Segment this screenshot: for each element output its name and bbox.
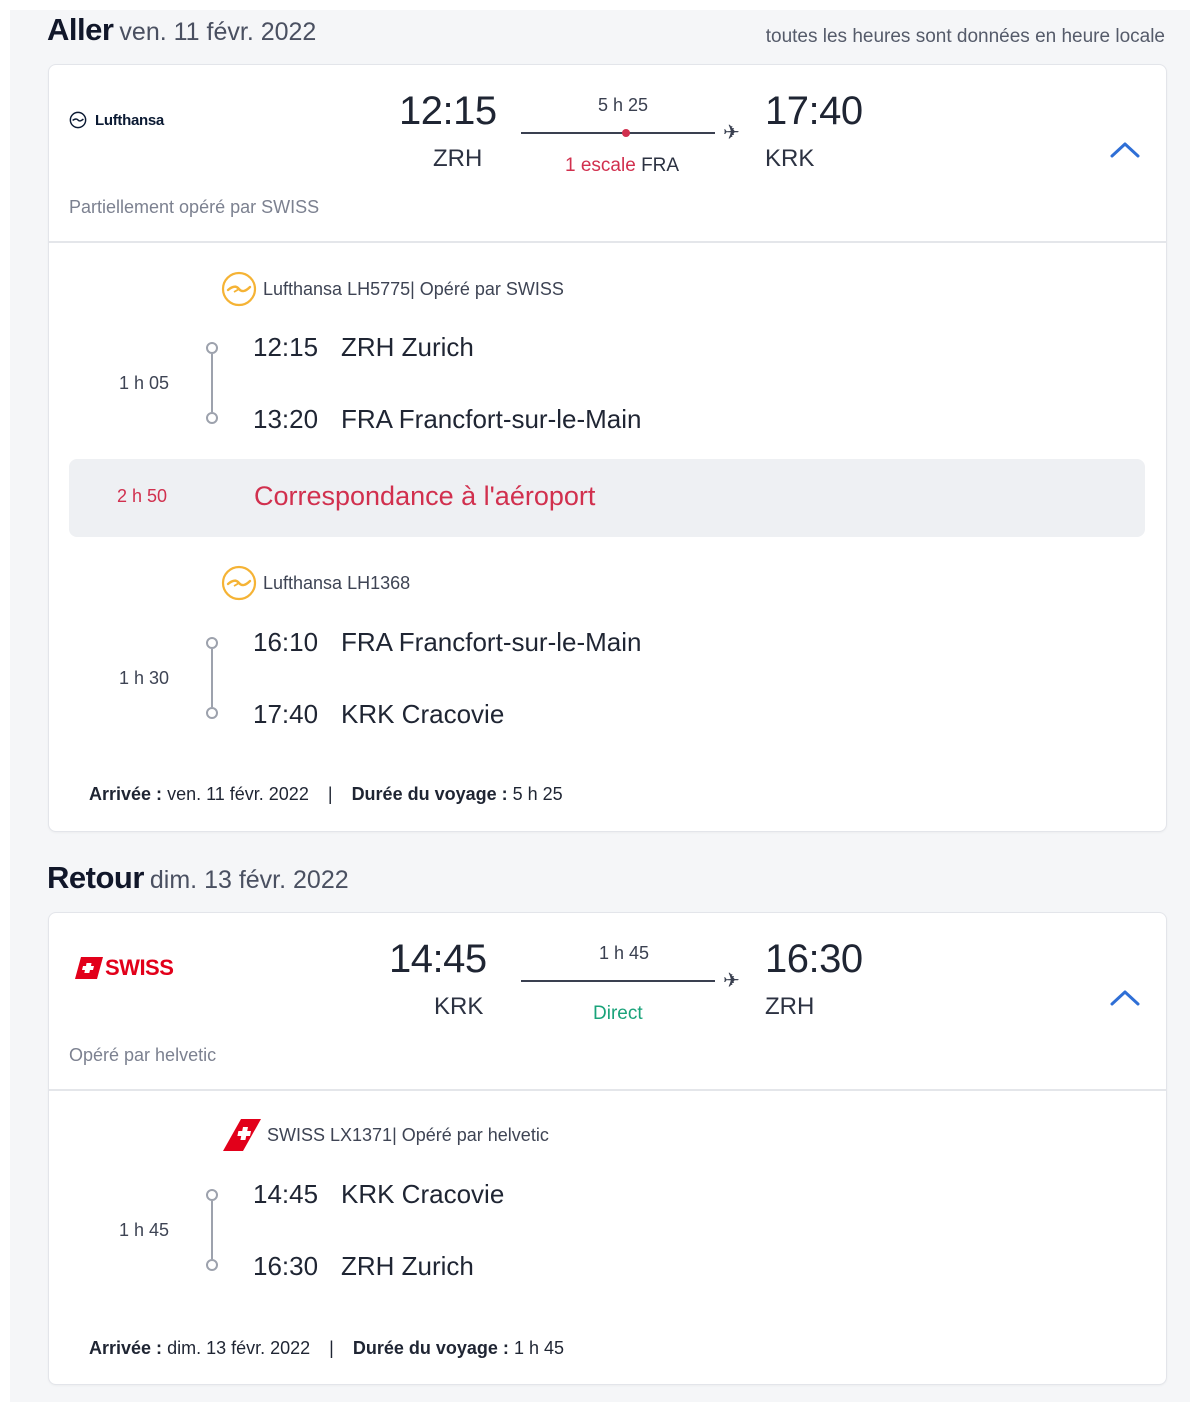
timeline-end-dot	[206, 1259, 218, 1271]
arrival-value: dim. 13 févr. 2022	[167, 1338, 311, 1358]
segment-dep-place: FRA Francfort-sur-le-Main	[341, 627, 642, 657]
plane-icon: ✈	[723, 122, 740, 144]
connection-label: Correspondance à l'aéroport	[254, 481, 596, 511]
outbound-airline-logo: Lufthansa	[69, 111, 164, 129]
segment-duration: 1 h 45	[119, 1220, 170, 1240]
connection-banner: 2 h 50 Correspondance à l'aéroport	[69, 459, 1145, 537]
segment-header-text: Lufthansa LH5775| Opéré par SWISS	[263, 278, 564, 299]
return-airline-name: SWISS	[105, 955, 174, 980]
lufthansa-crane-icon	[221, 271, 257, 307]
swiss-flag-icon	[75, 957, 103, 979]
footer-separator: |	[327, 784, 333, 804]
outbound-arr-code: KRK	[765, 145, 815, 172]
segment-header-text: Lufthansa LH1368	[263, 572, 411, 593]
return-footer: Arrivée : dim. 13 févr. 2022 | Durée du …	[89, 1338, 564, 1359]
connection-duration: 2 h 50	[117, 486, 168, 506]
segment-header: Lufthansa LH1368	[221, 565, 410, 601]
segment-arr-time: 13:20	[253, 404, 319, 434]
timeline-line	[211, 1201, 213, 1259]
trip-duration-value: 5 h 25	[512, 784, 563, 804]
segment-arr-place: KRK Cracovie	[341, 699, 505, 729]
timeline-line	[211, 649, 213, 707]
timeline-line	[211, 354, 213, 412]
timeline-start-dot	[206, 1189, 218, 1201]
return-arr-time: 16:30	[765, 937, 863, 981]
timeline-start-dot	[206, 342, 218, 354]
timeline-end-dot	[206, 707, 218, 719]
segment-dep-place: ZRH Zurich	[341, 332, 474, 362]
trip-duration-label: Durée du voyage :	[351, 784, 508, 804]
outbound-title: Aller	[47, 12, 114, 47]
segment-header: SWISS LX1371| Opéré par helvetic	[221, 1117, 549, 1153]
lufthansa-crane-icon	[69, 111, 87, 129]
outbound-stops-count: 1 escale	[565, 155, 636, 176]
outbound-summary[interactable]: Lufthansa 12:15 ZRH 5 h 25 ✈ 1 escale FR…	[49, 65, 1166, 243]
segment-arr-time: 17:40	[253, 699, 319, 729]
outbound-route-line	[521, 132, 715, 134]
outbound-stops: 1 escale FRA	[565, 155, 679, 177]
trip-duration-value: 1 h 45	[513, 1338, 564, 1358]
return-operated-note: Opéré par helvetic	[69, 1045, 217, 1065]
return-card: SWISS 14:45 KRK 1 h 45 ✈ Direct 16:30 ZR…	[48, 912, 1167, 1385]
outbound-dep-time: 12:15	[399, 89, 497, 133]
return-title: Retour	[47, 860, 144, 895]
outbound-date: ven. 11 févr. 2022	[119, 18, 317, 46]
return-direct-label: Direct	[593, 1003, 643, 1024]
timeline-start-dot	[206, 637, 218, 649]
lufthansa-crane-icon	[221, 565, 257, 601]
segment-dep-time: 16:10	[253, 627, 319, 657]
chevron-up-icon[interactable]	[1108, 987, 1142, 1009]
outbound-dep-code: ZRH	[433, 145, 483, 172]
segment-duration: 1 h 30	[119, 668, 170, 688]
footer-separator: |	[329, 1338, 334, 1358]
chevron-up-icon[interactable]	[1108, 139, 1142, 161]
return-date: dim. 13 févr. 2022	[149, 866, 349, 894]
outbound-airline-name: Lufthansa	[95, 111, 164, 129]
outbound-stop-code: FRA	[641, 155, 680, 176]
arrival-label: Arrivée :	[89, 1338, 163, 1358]
return-dep-code: KRK	[434, 993, 484, 1020]
timezone-note: toutes les heures sont données en heure …	[765, 26, 1165, 47]
return-header: Retour dim. 13 févr. 2022	[47, 860, 349, 900]
segment-duration: 1 h 05	[119, 373, 170, 393]
outbound-footer: Arrivée : ven. 11 févr. 2022 | Durée du …	[89, 784, 563, 805]
arrival-label: Arrivée :	[89, 784, 163, 804]
outbound-header: Aller ven. 11 févr. 2022	[47, 12, 316, 52]
outbound-stop-dot	[622, 129, 630, 137]
plane-icon: ✈	[723, 970, 740, 992]
return-duration: 1 h 45	[599, 943, 650, 963]
swiss-flag-icon	[223, 1119, 261, 1151]
swiss-logo: SWISS	[69, 955, 174, 981]
return-arr-code: ZRH	[765, 993, 815, 1020]
segment-arr-place: ZRH Zurich	[341, 1251, 474, 1281]
return-airline-logo: SWISS	[69, 955, 174, 981]
arrival-value: ven. 11 févr. 2022	[167, 784, 309, 804]
segment-header-text: SWISS LX1371| Opéré par helvetic	[267, 1124, 549, 1145]
segment-dep-place: KRK Cracovie	[341, 1179, 505, 1209]
outbound-operated-note: Partiellement opéré par SWISS	[69, 197, 320, 217]
trip-duration-label: Durée du voyage :	[352, 1338, 509, 1358]
return-dep-time: 14:45	[389, 937, 487, 981]
outbound-card: Lufthansa 12:15 ZRH 5 h 25 ✈ 1 escale FR…	[48, 64, 1167, 832]
outbound-arr-time: 17:40	[765, 89, 863, 133]
return-summary[interactable]: SWISS 14:45 KRK 1 h 45 ✈ Direct 16:30 ZR…	[49, 913, 1166, 1091]
segment-dep-time: 12:15	[253, 332, 319, 362]
segment-dep-time: 14:45	[253, 1179, 319, 1209]
return-route-line	[521, 980, 715, 982]
timeline-end-dot	[206, 412, 218, 424]
segment-header: Lufthansa LH5775| Opéré par SWISS	[221, 271, 564, 307]
segment-arr-place: FRA Francfort-sur-le-Main	[341, 404, 642, 434]
outbound-duration: 5 h 25	[598, 95, 649, 115]
segment-arr-time: 16:30	[253, 1251, 319, 1281]
